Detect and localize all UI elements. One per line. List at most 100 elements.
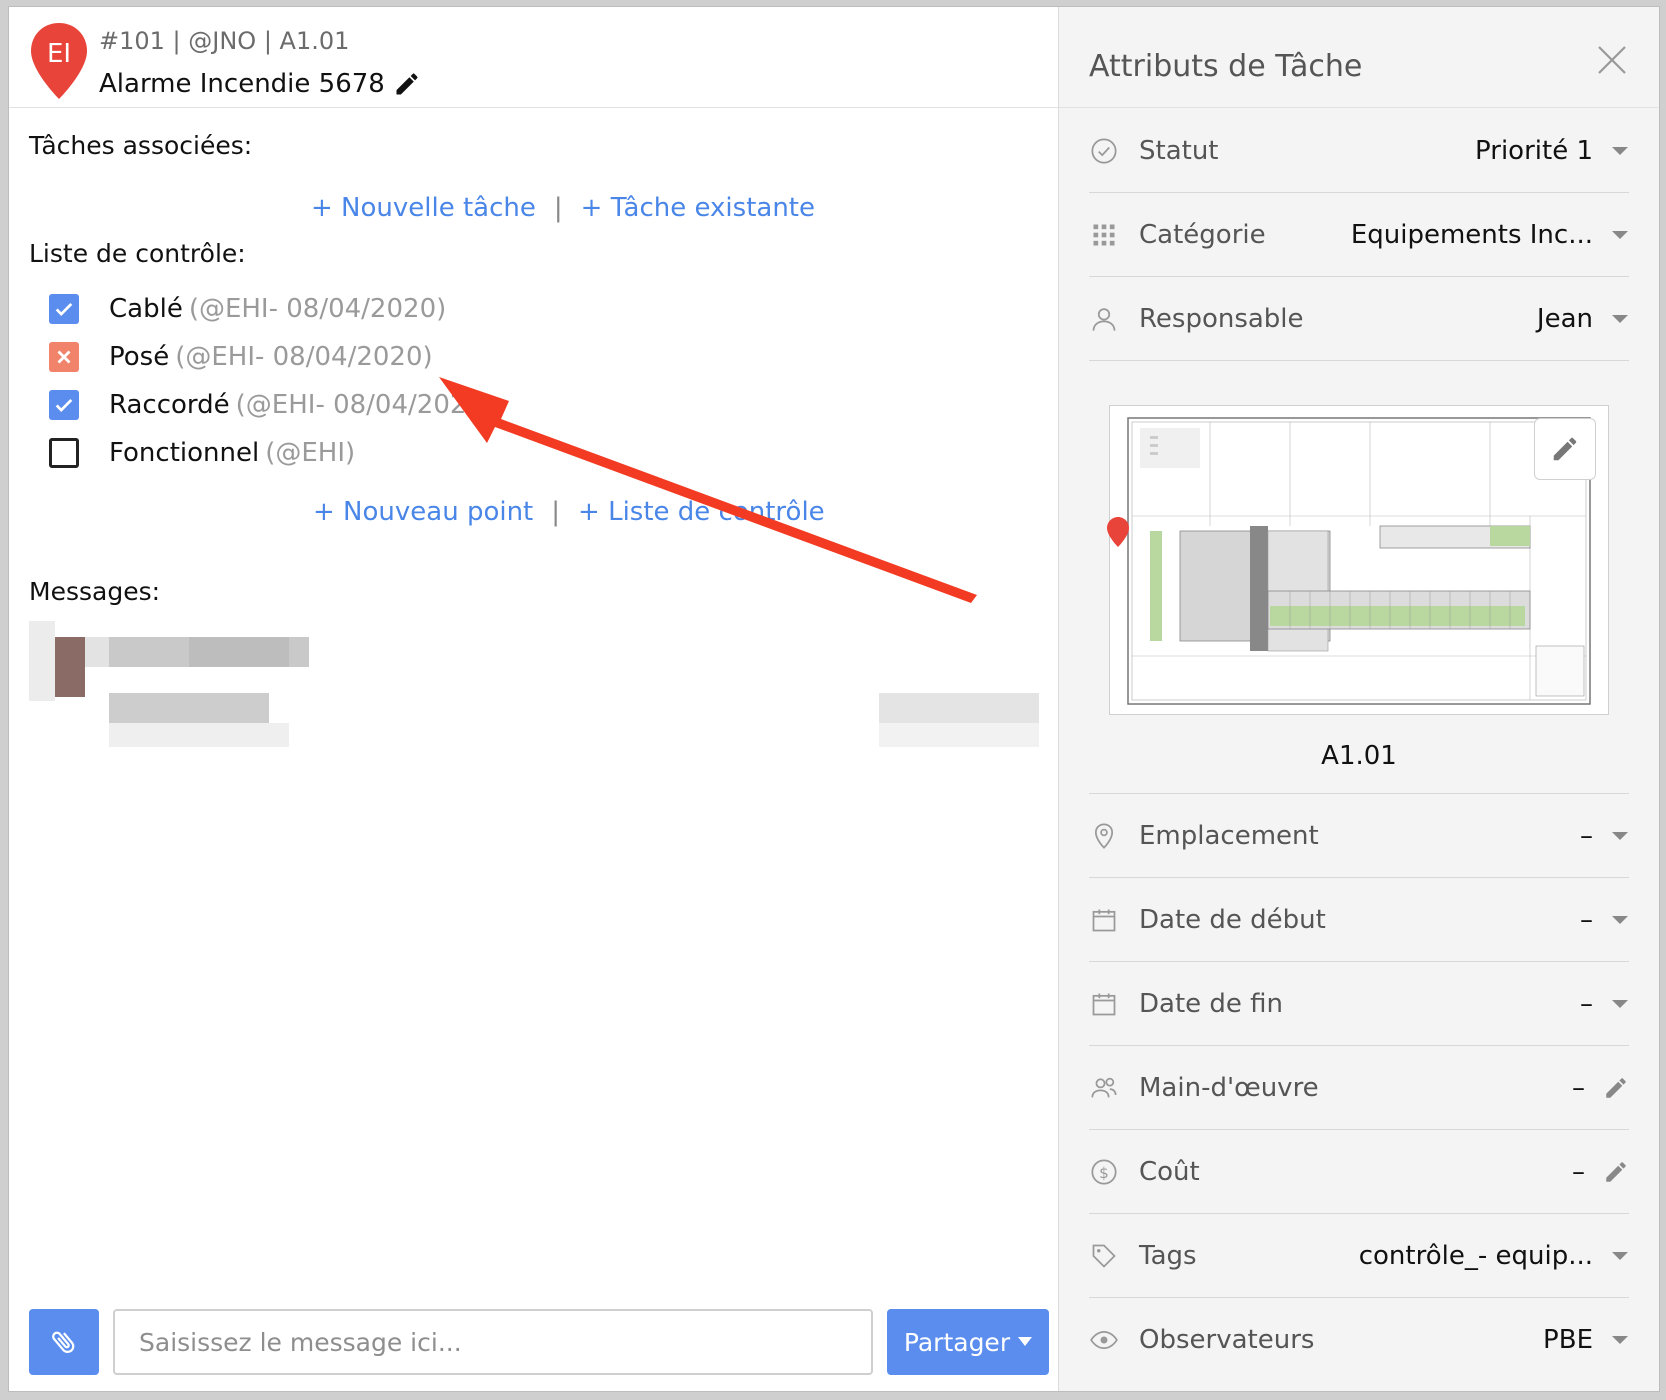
task-modal: EI #101 | @JNO | A1.01 Alarme Incendie 5…: [8, 6, 1660, 1392]
caret-down-icon[interactable]: [1611, 998, 1629, 1010]
caret-down-icon[interactable]: [1611, 914, 1629, 926]
share-button[interactable]: Partager: [887, 1309, 1049, 1375]
attach-button[interactable]: [29, 1309, 99, 1375]
attribute-label: Catégorie: [1139, 219, 1266, 250]
checklist-item[interactable]: Raccordé (@EHI- 08/04/2020): [49, 387, 493, 423]
attribute-value: Jean: [1536, 303, 1593, 334]
task-pin-icon: EI: [29, 21, 89, 101]
plan-thumbnail[interactable]: [1107, 405, 1609, 715]
attribute-start-date[interactable]: Date de début –: [1089, 878, 1629, 962]
attribute-label: Date de début: [1139, 904, 1326, 935]
messages-label: Messages:: [29, 577, 161, 606]
edit-plan-button[interactable]: [1534, 418, 1596, 480]
attribute-label: Tags: [1139, 1240, 1197, 1271]
attribute-value: Equipements Inc...: [1350, 219, 1593, 250]
existing-task-link[interactable]: + Tâche existante: [581, 193, 815, 223]
location-icon: [1089, 821, 1119, 851]
checklist-item-label: Fonctionnel: [109, 438, 260, 468]
share-button-label: Partager: [903, 1327, 1011, 1357]
link-separator: |: [553, 193, 563, 223]
attribute-value: PBE: [1543, 1325, 1593, 1355]
message-input[interactable]: [113, 1309, 873, 1375]
pencil-icon[interactable]: [1603, 1159, 1629, 1185]
pencil-icon: [1553, 437, 1577, 461]
users-icon: [1089, 1073, 1119, 1103]
associated-tasks-links: + Nouvelle tâche | + Tâche existante: [311, 193, 815, 223]
checklist-links: + Nouveau point | + Liste de contrôle: [313, 497, 825, 527]
attribute-tags[interactable]: Tags contrôle_- equip...: [1089, 1214, 1629, 1298]
attribute-watchers[interactable]: Observateurs PBE: [1089, 1298, 1629, 1382]
associated-tasks-label: Tâches associées:: [29, 131, 253, 160]
grid-icon: [1089, 220, 1119, 250]
attribute-location[interactable]: Emplacement –: [1089, 794, 1629, 878]
close-icon[interactable]: [1595, 43, 1629, 77]
tag-icon: [1089, 1241, 1119, 1271]
attribute-label: Date de fin: [1139, 988, 1284, 1019]
attribute-category[interactable]: Catégorie Equipements Inc...: [1089, 193, 1629, 277]
task-meta: #101 | @JNO | A1.01: [99, 27, 350, 55]
paperclip-icon: [52, 1331, 75, 1353]
caret-down-icon[interactable]: [1611, 1250, 1629, 1262]
checkbox-checked-icon[interactable]: [49, 294, 79, 324]
attribute-label: Main-d'œuvre: [1139, 1072, 1319, 1103]
checklist-item-label: Cablé: [109, 294, 183, 324]
checkbox-checked-icon[interactable]: [49, 390, 79, 420]
checklist-item-meta: (@EHI- 08/04/2020): [175, 342, 433, 372]
new-point-link[interactable]: + Nouveau point: [313, 497, 533, 527]
attribute-label: Coût: [1139, 1156, 1200, 1187]
checklist-item-meta: (@EHI- 08/04/2020): [188, 294, 447, 324]
caret-down-icon[interactable]: [1611, 145, 1629, 157]
pencil-icon[interactable]: [1603, 1075, 1629, 1101]
message-composer: Partager: [29, 1309, 1049, 1375]
plan-caption: A1.01: [1321, 741, 1397, 771]
task-title[interactable]: Alarme Incendie 5678: [99, 69, 421, 99]
calendar-icon: [1089, 989, 1119, 1019]
checklist-item[interactable]: Fonctionnel (@EHI): [49, 435, 355, 471]
new-task-link[interactable]: + Nouvelle tâche: [311, 193, 536, 223]
caret-down-icon: [1018, 1337, 1033, 1346]
checklist-item[interactable]: Posé (@EHI- 08/04/2020): [49, 339, 433, 375]
caret-down-icon[interactable]: [1611, 229, 1629, 241]
caret-down-icon[interactable]: [1611, 830, 1629, 842]
attribute-label: Responsable: [1139, 303, 1304, 334]
checklist-item-label: Raccordé: [109, 390, 230, 420]
check-circle-icon: [1089, 136, 1119, 166]
attribute-status[interactable]: Statut Priorité 1: [1089, 109, 1629, 193]
user-icon: [1089, 304, 1119, 334]
caret-down-icon[interactable]: [1611, 313, 1629, 325]
task-attributes-panel: Attributs de Tâche Statut Priorité 1 Cat…: [1059, 7, 1659, 1391]
attribute-value: contrôle_- equip...: [1358, 1240, 1593, 1271]
attribute-value: –: [1580, 988, 1593, 1019]
attribute-labor[interactable]: Main-d'œuvre –: [1089, 1046, 1629, 1130]
attribute-value: –: [1580, 820, 1593, 851]
caret-down-icon[interactable]: [1611, 1334, 1629, 1346]
task-detail-panel: EI #101 | @JNO | A1.01 Alarme Incendie 5…: [9, 7, 1059, 1391]
attribute-assignee[interactable]: Responsable Jean: [1089, 277, 1629, 361]
attribute-end-date[interactable]: Date de fin –: [1089, 962, 1629, 1046]
attribute-label: Observateurs: [1139, 1325, 1315, 1355]
checklist-label: Liste de contrôle:: [29, 239, 246, 268]
new-checklist-link[interactable]: + Liste de contrôle: [578, 497, 825, 527]
attribute-label: Statut: [1139, 135, 1219, 166]
attributes-title: Attributs de Tâche: [1089, 49, 1363, 84]
pin-initials: EI: [46, 39, 72, 69]
attribute-value: –: [1572, 1072, 1585, 1103]
attribute-value: –: [1580, 904, 1593, 935]
attribute-cost[interactable]: $ Coût –: [1089, 1130, 1629, 1214]
attribute-value: Priorité 1: [1475, 135, 1593, 166]
attribute-label: Emplacement: [1139, 820, 1319, 851]
checkbox-failed-icon[interactable]: [49, 342, 79, 372]
location-pin-icon: [1107, 517, 1129, 547]
task-title-text: Alarme Incendie 5678: [99, 69, 385, 99]
checklist-item[interactable]: Cablé (@EHI- 08/04/2020): [49, 291, 446, 327]
attribute-value: –: [1572, 1156, 1585, 1187]
edit-pencil-icon[interactable]: [393, 70, 421, 98]
dollar-icon: $: [1089, 1157, 1119, 1187]
annotation-arrow-icon: [439, 377, 977, 603]
checkbox-unchecked-icon[interactable]: [49, 438, 79, 468]
attributes-header: Attributs de Tâche: [1059, 7, 1659, 108]
svg-text:$: $: [1099, 1163, 1109, 1181]
eye-icon: [1089, 1325, 1119, 1355]
task-header: EI #101 | @JNO | A1.01 Alarme Incendie 5…: [9, 7, 1058, 108]
checklist-item-meta: (@EHI- 08/04/2020): [235, 390, 494, 420]
